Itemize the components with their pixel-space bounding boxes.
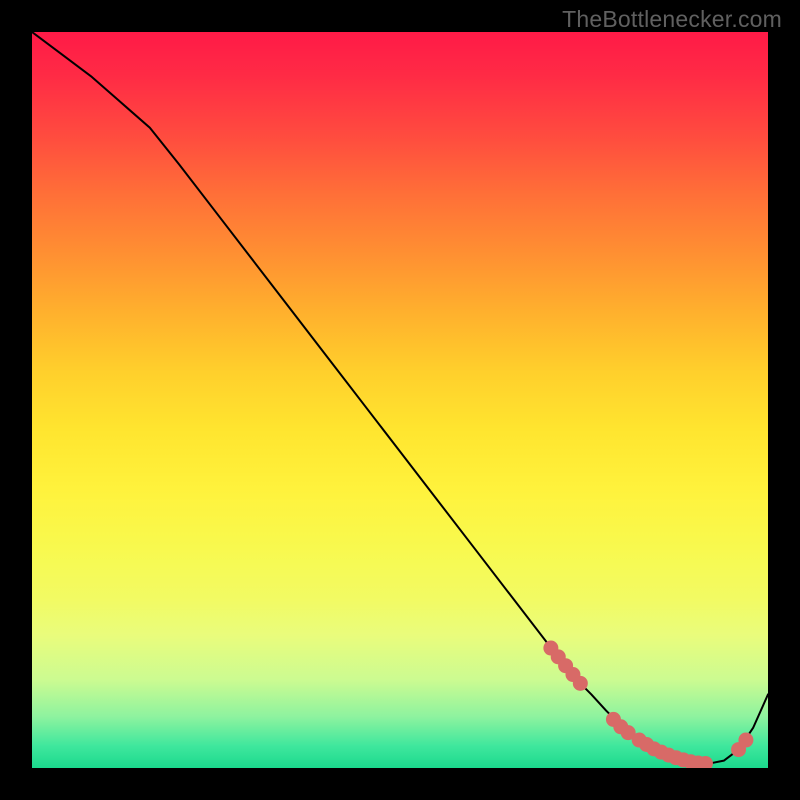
watermark-label: TheBottlenecker.com [562,6,782,33]
bottleneck-curve [32,32,768,764]
chart-svg [32,32,768,768]
plot-area [32,32,768,768]
data-marker [573,676,588,691]
chart-frame: TheBottlenecker.com [0,0,800,800]
data-marker [738,733,753,748]
data-markers [543,641,753,768]
